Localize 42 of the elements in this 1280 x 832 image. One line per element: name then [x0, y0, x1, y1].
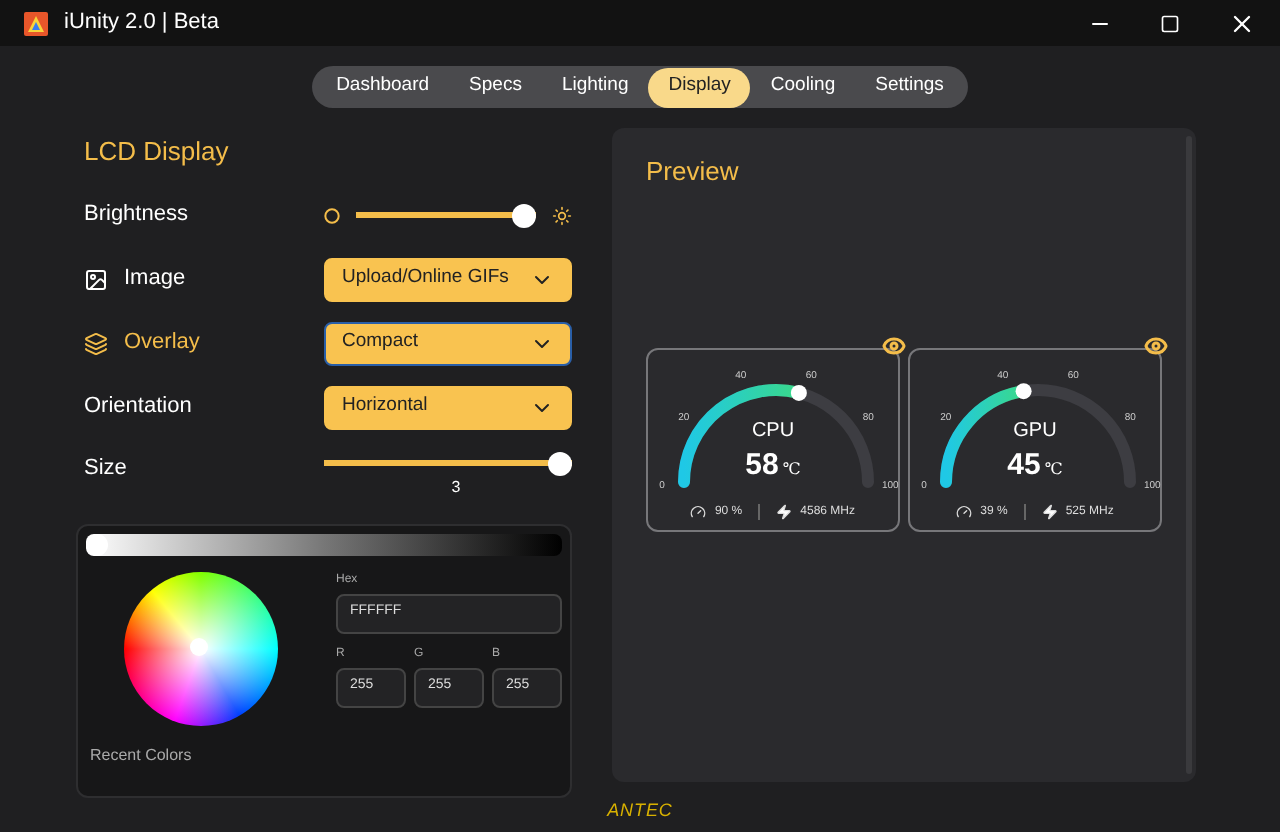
- layers-icon: [84, 331, 108, 355]
- tab[interactable]: Specs: [449, 67, 542, 107]
- gauge-icon: [690, 504, 707, 520]
- window-title: iUnity 2.0 | Beta: [64, 8, 219, 39]
- lightning-icon: [776, 504, 793, 520]
- eye-icon[interactable]: [882, 333, 906, 357]
- gauge-icon: [956, 504, 973, 520]
- gauge-name: CPU: [751, 421, 795, 441]
- tab[interactable]: Dashboard: [316, 67, 450, 107]
- setting-label: Image: [124, 264, 186, 295]
- tab[interactable]: Cooling: [750, 67, 856, 107]
- dropdown[interactable]: Horizontal: [324, 385, 572, 429]
- tab[interactable]: Display: [648, 67, 751, 107]
- setting-label: Brightness: [84, 200, 188, 231]
- slider-thumb[interactable]: [512, 203, 536, 227]
- preview-title: Preview: [646, 154, 741, 190]
- dropdown[interactable]: Upload/Online GIFs: [324, 257, 572, 301]
- tab[interactable]: Settings: [855, 67, 964, 107]
- setting-label: Overlay: [124, 328, 200, 359]
- lightning-icon: [1041, 504, 1058, 520]
- color-wheel-thumb[interactable]: [190, 637, 208, 655]
- setting-label: Orientation: [84, 392, 192, 423]
- dropdown[interactable]: Compact: [324, 321, 572, 365]
- brand-logo: ANTEC: [607, 798, 673, 824]
- tab[interactable]: Lighting: [541, 67, 649, 107]
- temperature-unit: ℃: [1044, 461, 1063, 477]
- maximize-icon[interactable]: [1160, 13, 1180, 33]
- eye-icon[interactable]: [1144, 333, 1168, 357]
- temperature-value: 58: [745, 449, 779, 479]
- lightness-thumb[interactable]: [86, 533, 108, 555]
- setting-label: Size: [84, 453, 127, 483]
- recent-colors-label: Recent Colors: [88, 743, 194, 767]
- app-logo-icon: [24, 11, 48, 35]
- slider-thumb[interactable]: [548, 451, 572, 475]
- temperature-unit: ℃: [782, 461, 801, 477]
- image-icon: [84, 267, 108, 291]
- temperature-value: 45: [1007, 449, 1041, 479]
- size-value: 3: [451, 475, 461, 499]
- dim-icon: [324, 207, 340, 223]
- gauge-name: GPU: [1013, 421, 1057, 441]
- bright-icon: [552, 205, 572, 225]
- section-title: LCD Display: [84, 134, 231, 170]
